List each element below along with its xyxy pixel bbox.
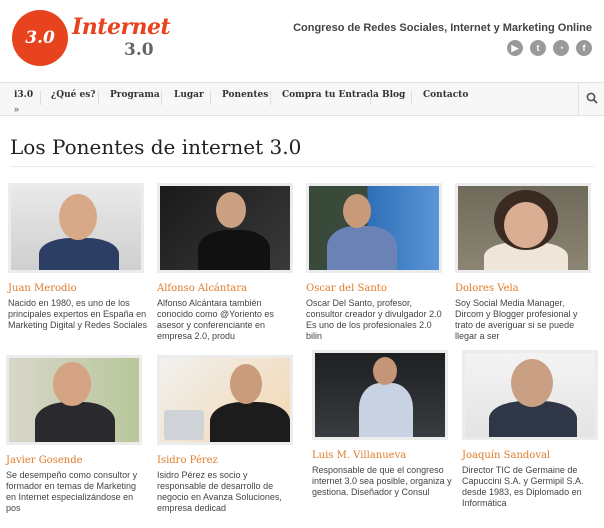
person-head	[511, 359, 553, 407]
nav-divider	[161, 91, 162, 105]
nav-item-compra-entrada[interactable]: Compra tu Entrada	[282, 83, 379, 109]
speaker-name[interactable]: Dolores Vela	[455, 283, 519, 294]
nav-divider	[98, 91, 99, 105]
nav-item-contacto[interactable]: Contacto	[423, 83, 468, 109]
speaker-photo[interactable]	[157, 183, 293, 273]
speaker-photo[interactable]	[157, 355, 293, 445]
person-head	[59, 194, 97, 240]
person-head	[53, 362, 91, 406]
nav-search-button[interactable]	[578, 83, 604, 115]
person-silhouette	[359, 383, 413, 437]
rss-icon[interactable]: ◔	[553, 40, 569, 56]
person-silhouette	[327, 226, 397, 270]
nav-divider	[270, 91, 271, 105]
person-silhouette	[210, 402, 290, 442]
person-silhouette	[35, 402, 115, 442]
speaker-photo[interactable]	[6, 355, 142, 445]
nav-item-ponentes[interactable]: Ponentes	[222, 83, 268, 109]
person-head	[216, 192, 246, 228]
site-header: 3.0 Internet 3.0 Congreso de Redes Socia…	[0, 0, 604, 80]
search-icon	[586, 92, 598, 104]
twitter-icon[interactable]: t	[530, 40, 546, 56]
page-title: Los Ponentes de internet 3.0	[10, 135, 302, 159]
speaker-photo[interactable]	[306, 183, 442, 273]
speaker-name[interactable]: Oscar del Santo	[306, 283, 387, 294]
nav-raquo: »	[14, 104, 20, 114]
person-silhouette	[39, 238, 119, 270]
speaker-bio: Alfonso Alcántara también conocido como …	[157, 298, 274, 341]
speaker-name[interactable]: Juan Merodio	[8, 283, 77, 294]
speaker-photo[interactable]	[462, 350, 598, 440]
speaker-bio: Nacido en 1980, es uno de los principale…	[8, 298, 148, 330]
speaker-bio: Isidro Pérez es socio y responsable de d…	[157, 470, 282, 513]
site-logo[interactable]: 3.0 Internet 3.0	[12, 10, 171, 70]
nav-item-lugar[interactable]: Lugar	[174, 83, 204, 109]
social-links: ▶ t ◔ f	[507, 40, 592, 56]
nav-divider	[40, 91, 41, 105]
speaker-name[interactable]: Javier Gosende	[6, 455, 83, 466]
speaker-name[interactable]: Isidro Pérez	[157, 455, 218, 466]
youtube-icon[interactable]: ▶	[507, 40, 523, 56]
speaker-photo[interactable]	[312, 350, 448, 440]
speaker-bio: Oscar Del Santo, profesor, consultor cre…	[306, 298, 442, 341]
laptop-shape	[164, 410, 204, 440]
person-head	[504, 202, 548, 248]
speaker-bio: Se desempeño como consultor y formador e…	[6, 470, 138, 513]
person-head	[343, 194, 371, 228]
speaker-name[interactable]: Joaquín Sandoval	[462, 450, 550, 461]
nav-item-que-es[interactable]: ¿Qué es?	[51, 83, 96, 109]
logo-version: 3.0	[124, 40, 154, 60]
nav-item-blog[interactable]: Blog	[382, 83, 405, 109]
nav-divider	[210, 91, 211, 105]
logo-word: Internet	[72, 14, 171, 40]
logo-number: 3.0	[25, 28, 55, 48]
speaker-bio: Responsable de que el congreso internet …	[312, 465, 452, 497]
person-head	[230, 364, 262, 404]
speaker-name[interactable]: Luis M. Villanueva	[312, 450, 406, 461]
speaker-bio: Soy Social Media Manager, Dircom y Blogg…	[455, 298, 578, 341]
nav-item-programa[interactable]: Programa	[110, 83, 160, 109]
speaker-photo[interactable]	[8, 183, 144, 273]
nav-divider	[411, 91, 412, 105]
speaker-bio: Director TIC de Germaine de Capuccini S.…	[462, 465, 584, 508]
speaker-photo[interactable]	[455, 183, 591, 273]
facebook-icon[interactable]: f	[576, 40, 592, 56]
person-silhouette	[198, 230, 270, 270]
title-divider	[10, 166, 594, 167]
person-head	[373, 357, 397, 385]
main-nav: i3.0 » ¿Qué es? Programa Lugar Ponentes …	[0, 82, 604, 116]
nav-divider	[370, 91, 371, 105]
site-tagline: Congreso de Redes Sociales, Internet y M…	[293, 22, 592, 34]
speaker-name[interactable]: Alfonso Alcántara	[157, 283, 247, 294]
